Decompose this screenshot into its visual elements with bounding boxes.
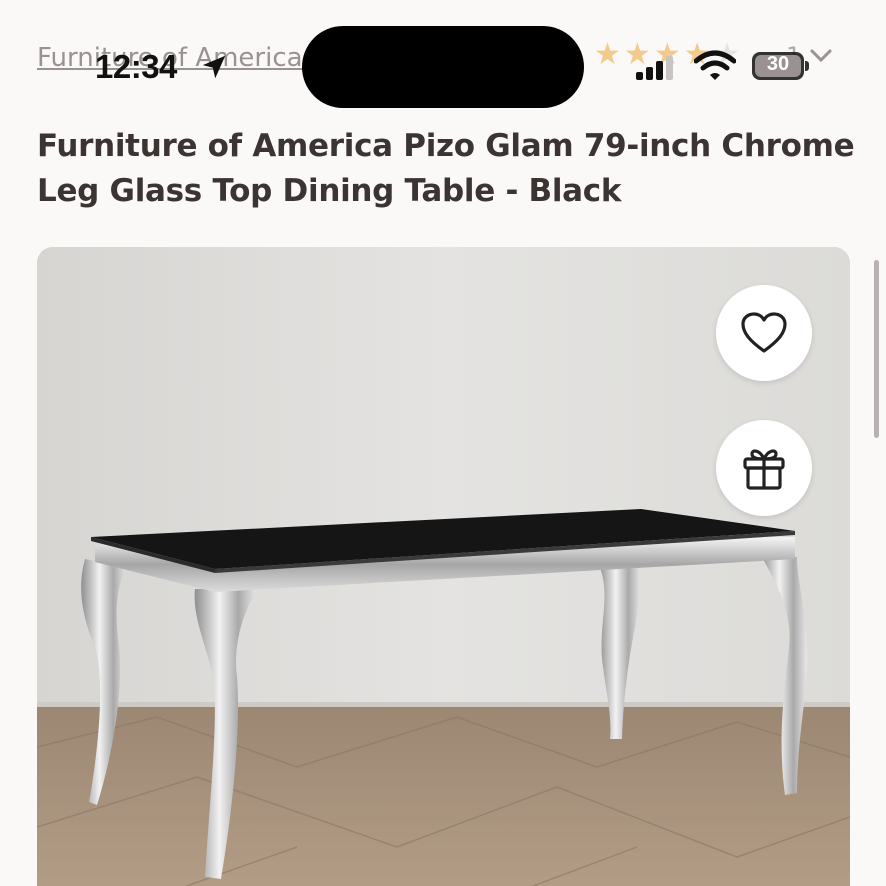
- location-arrow-icon: [202, 55, 226, 79]
- product-title: Furniture of America Pizo Glam 79-inch C…: [37, 128, 855, 209]
- wishlist-button[interactable]: [716, 285, 812, 381]
- gift-icon: [743, 449, 785, 490]
- wifi-icon: [694, 50, 736, 80]
- star-icon: ★: [594, 37, 621, 72]
- status-bar: Furniture of America 12:34 ★ ★ ★ ★ ★ 1 3…: [0, 0, 886, 110]
- gift-button[interactable]: [716, 420, 812, 516]
- cellular-signal-icon: [636, 56, 673, 80]
- battery-level: 30: [766, 53, 790, 75]
- scrollbar[interactable]: [874, 260, 879, 438]
- battery-icon: 30: [752, 52, 810, 80]
- status-time: 12:34: [95, 48, 177, 85]
- chevron-down-icon[interactable]: [808, 46, 834, 66]
- dynamic-island: [302, 26, 584, 108]
- heart-icon: [741, 312, 787, 353]
